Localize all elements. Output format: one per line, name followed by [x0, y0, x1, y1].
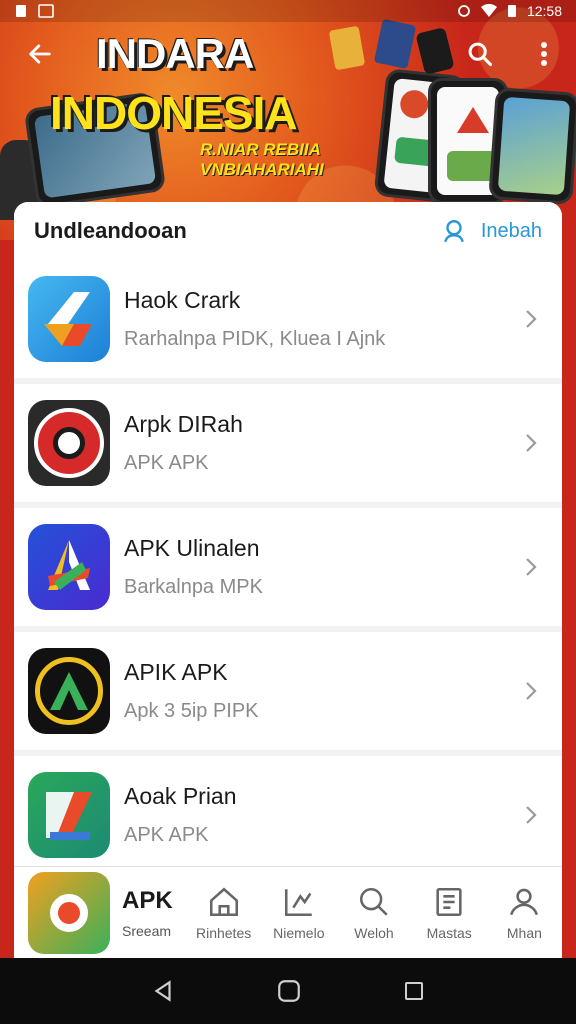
app-icon-green-a — [28, 648, 110, 734]
status-bar: 12:58 — [0, 0, 576, 22]
list-item-subtitle: Barkalnpa MPK — [124, 576, 263, 598]
list-item-title: Aoak Prian — [124, 783, 237, 809]
banner-title-line1: INDARA — [96, 30, 254, 77]
list-item-subtitle: Rarhalnpa PIDK, Kluea I Ajnk — [124, 328, 386, 350]
list-item[interactable]: Arpk DIRah APK APK — [14, 384, 562, 502]
list-item-subtitle: Apk 3 5ip PIPK — [124, 700, 259, 722]
more-vertical-icon — [541, 42, 547, 66]
nav-item-label: Mhan — [506, 924, 542, 941]
list-item[interactable]: APIK APK Apk 3 5ip PIPK — [14, 632, 562, 750]
wifi-icon — [480, 4, 497, 17]
status-time: 12:58 — [526, 3, 562, 19]
chevron-right-icon — [526, 310, 537, 328]
chevron-right-icon — [526, 682, 537, 700]
notification-icon — [16, 5, 26, 17]
chevron-right-icon — [526, 434, 537, 452]
card-title: Undleandooan — [34, 218, 187, 243]
status-right: 12:58 — [457, 3, 562, 19]
chart-icon — [284, 888, 312, 916]
a-logo-icon — [50, 672, 88, 710]
nav-item-chart[interactable]: Niemelo — [261, 867, 336, 958]
banner-subtitle: R.NIAR REBIIA VNBIAHARIAHI — [200, 140, 324, 180]
banner-subtitle-line1: R.NIAR REBIIA — [200, 140, 321, 159]
home-circle-icon[interactable] — [276, 978, 302, 1004]
back-triangle-icon[interactable] — [150, 978, 176, 1004]
person-icon — [510, 888, 539, 915]
list-item[interactable]: Aoak Prian APK APK — [14, 756, 562, 874]
list-item-text: APIK APK Apk 3 5ip PIPK — [124, 659, 548, 723]
bottom-navigation: APK Sreeam Rinhetes Niemelo Weloh Mastas… — [14, 866, 562, 958]
search-icon — [359, 887, 388, 916]
store-logo-icon — [48, 540, 90, 590]
nav-brand-title: APK — [122, 886, 173, 914]
nav-item-document[interactable]: Mastas — [412, 867, 487, 958]
user-icon — [444, 220, 464, 243]
flash-logo-icon — [44, 292, 92, 346]
brand-logo-ring — [50, 893, 88, 932]
app-list-card: Undleandooan Inebah Haok Crark Rarhalnpa… — [14, 202, 562, 962]
chevron-right-icon — [526, 558, 537, 576]
home-icon — [209, 887, 238, 916]
list-item[interactable]: APK Ulinalen Barkalnpa MPK — [14, 508, 562, 626]
header-action-label: Inebah — [480, 219, 542, 242]
alarm-icon — [458, 5, 470, 17]
list-item-title: APK Ulinalen — [124, 535, 260, 561]
nav-brand[interactable]: APK Sreeam — [14, 867, 186, 958]
ring-circle — [35, 657, 103, 725]
image-icon — [38, 4, 54, 18]
chevron-right-icon — [526, 806, 537, 824]
document-icon — [436, 887, 462, 916]
nav-item-label: Niemelo — [273, 924, 325, 941]
nav-item-label: Mastas — [426, 924, 472, 941]
arrow-left-icon — [29, 44, 51, 64]
list-item[interactable]: Haok Crark Rarhalnpa PIDK, Kluea I Ajnk — [14, 260, 562, 378]
battery-icon — [507, 5, 516, 17]
list-item-text: Haok Crark Rarhalnpa PIDK, Kluea I Ajnk — [124, 287, 548, 351]
app-icon-store — [28, 524, 110, 610]
nav-item-profile[interactable]: Mhan — [487, 867, 562, 958]
search-button[interactable] — [462, 36, 498, 72]
brand-logo-icon — [28, 871, 110, 954]
search-icon — [468, 42, 493, 67]
nav-item-home[interactable]: Rinhetes — [186, 867, 261, 958]
list-item-text: Aoak Prian APK APK — [124, 783, 548, 847]
list-item-subtitle: APK APK — [124, 824, 209, 846]
list-item-title: Haok Crark — [124, 287, 241, 313]
card-header: Undleandooan Inebah — [14, 202, 562, 260]
app-icon-green-z — [28, 772, 110, 858]
recents-square-icon[interactable] — [402, 979, 426, 1003]
list-item-title: Arpk DIRah — [124, 411, 243, 437]
header-action-button[interactable]: Inebah — [441, 218, 542, 244]
more-options-button[interactable] — [526, 36, 562, 72]
banner-phone-right-3 — [488, 87, 576, 205]
nav-brand-text: APK Sreeam — [122, 887, 173, 939]
app-icon-flash — [28, 276, 110, 362]
list-item-text: APK Ulinalen Barkalnpa MPK — [124, 535, 548, 599]
list-item-title: APIK APK — [124, 659, 228, 685]
nav-item-label: Weloh — [354, 924, 394, 941]
app-icon-red-badge — [28, 400, 110, 486]
nav-item-label: Rinhetes — [195, 924, 252, 941]
app-list: Haok Crark Rarhalnpa PIDK, Kluea I Ajnk … — [14, 260, 562, 874]
back-button[interactable] — [22, 36, 58, 72]
system-navigation-bar — [0, 958, 576, 1024]
nav-brand-subtitle: Sreeam — [122, 922, 172, 939]
z-logo-icon — [46, 792, 92, 840]
status-left — [14, 4, 54, 18]
list-item-text: Arpk DIRah APK APK — [124, 411, 548, 475]
badge-circle — [34, 408, 104, 478]
nav-item-search[interactable]: Weloh — [336, 867, 411, 958]
badge-inner — [53, 427, 85, 459]
banner-subtitle-line2: VNBIAHARIAHI — [200, 160, 324, 179]
banner-title-line2: INDONESIA — [50, 87, 298, 139]
list-item-subtitle: APK APK — [124, 452, 209, 474]
